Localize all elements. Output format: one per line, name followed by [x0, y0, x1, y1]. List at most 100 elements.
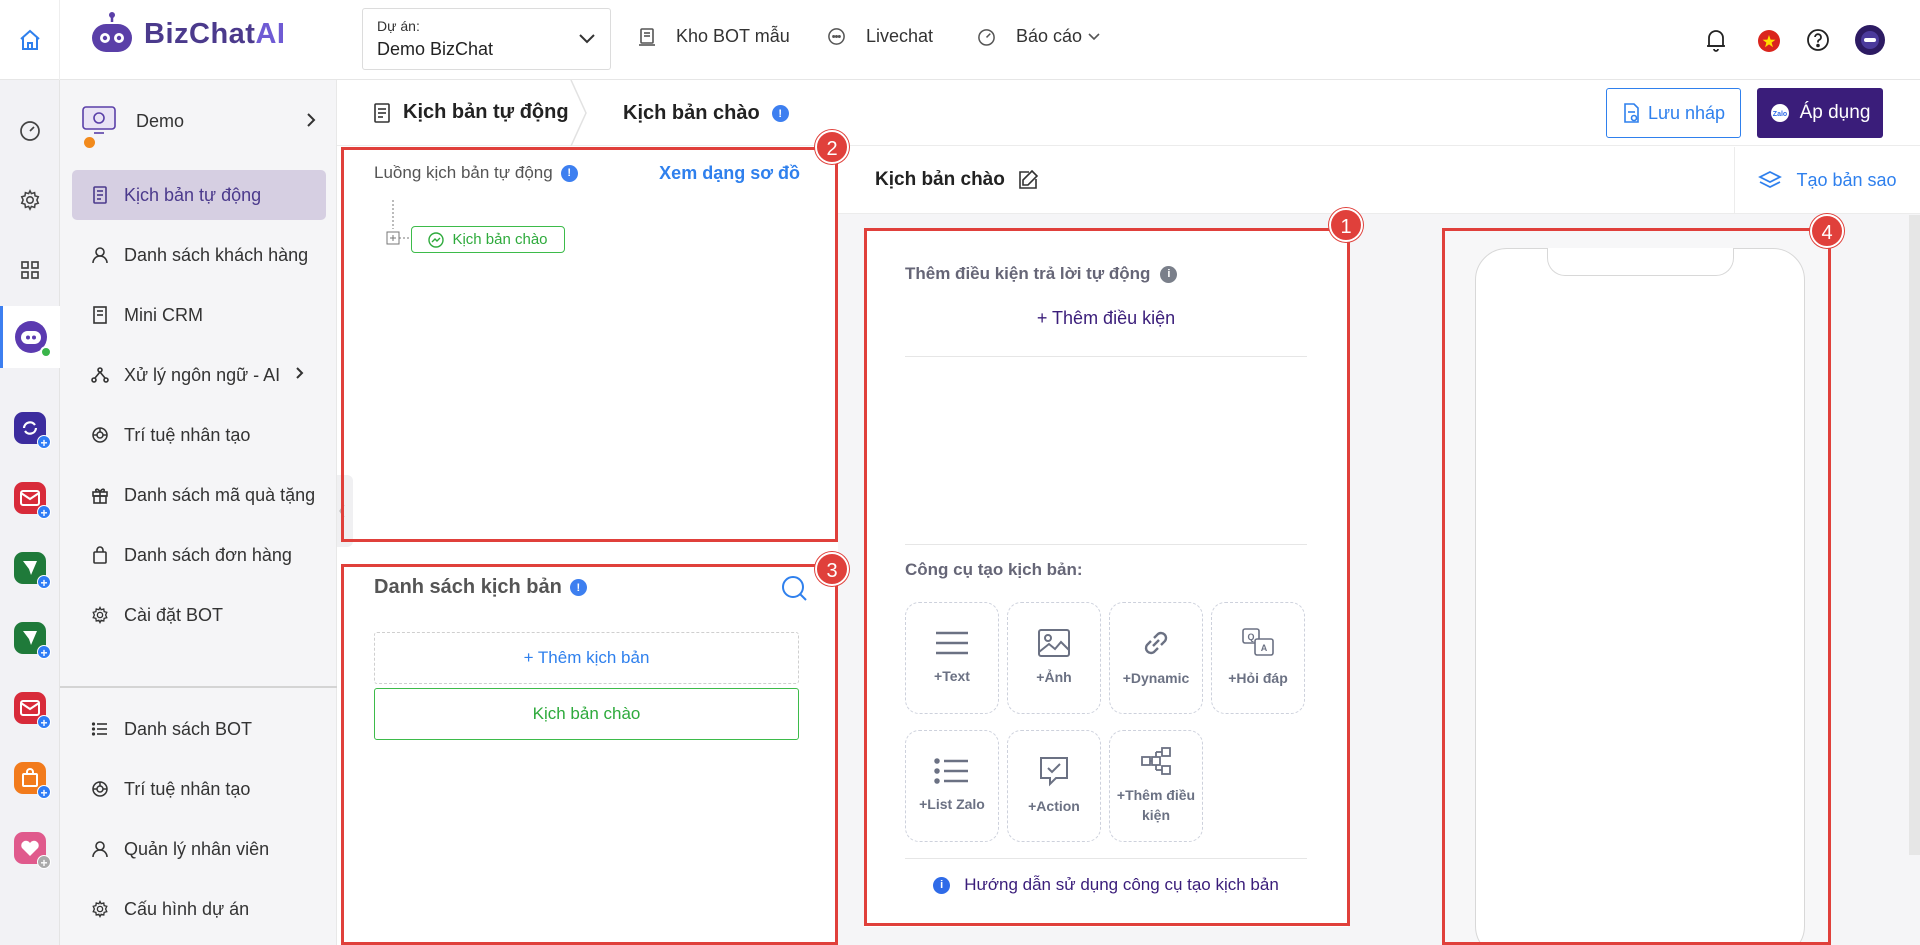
rail-app-send-2[interactable]: + [14, 622, 51, 660]
bizchat-app-icon [15, 321, 52, 358]
save-draft-button[interactable]: Lưu nháp [1606, 88, 1741, 138]
nav-label: Báo cáo [1016, 26, 1083, 46]
bag-icon [90, 545, 110, 565]
menu-item-label: Trí tuệ nhân tạo [124, 778, 251, 799]
add-badge: + [37, 575, 51, 590]
annotation-frame-1 [864, 228, 1350, 926]
app-rail: + + + + + + + [0, 80, 60, 945]
menu-item-nlp-ai[interactable]: Xử lý ngôn ngữ - AI [72, 350, 326, 400]
menu-item-label: Trí tuệ nhân tạo [124, 424, 251, 445]
bot-monitor-icon [82, 106, 116, 134]
document-list-icon [374, 102, 390, 123]
menu-item-bot-settings[interactable]: Cài đặt BOT [72, 590, 326, 640]
menu-item-project-config[interactable]: Cấu hình dự án [72, 884, 326, 934]
rail-apps[interactable] [14, 254, 46, 286]
breadcrumb-separator [570, 80, 587, 146]
grid-icon [21, 261, 39, 279]
rail-app-heart[interactable]: + [14, 832, 51, 870]
menu-item-customers[interactable]: Danh sách khách hàng [72, 230, 326, 280]
menu-item-label: Danh sách khách hàng [124, 244, 309, 265]
document-list-icon [90, 185, 110, 205]
nav-bot-templates[interactable]: Kho BOT mẫu [638, 26, 790, 47]
mail-app-icon [20, 490, 40, 506]
editor-title-text: Kịch bản chào [875, 169, 1005, 190]
project-select[interactable]: Dự án: Demo BizChat [362, 8, 611, 70]
rail-bizchat-active[interactable] [0, 306, 60, 368]
send-app-icon [23, 561, 37, 575]
language-switch[interactable] [1757, 29, 1781, 53]
zalo-icon: Zalo [1770, 104, 1789, 122]
rail-app-mail-2[interactable]: + [14, 692, 51, 730]
home-icon [19, 29, 40, 50]
menu-divider [60, 686, 337, 688]
rail-app-shop[interactable]: + [14, 762, 51, 800]
chevron-down-icon [579, 34, 595, 44]
annotation-badge-3: 3 [815, 552, 849, 586]
menu-item-label: Quản lý nhân viên [124, 838, 270, 859]
sync-app-icon [22, 421, 38, 435]
network-icon [90, 365, 110, 385]
rail-app-sync[interactable]: + [14, 412, 51, 450]
rail-settings[interactable] [14, 184, 46, 216]
online-status-dot [40, 346, 52, 358]
add-badge: + [37, 505, 51, 520]
rail-app-mail[interactable]: + [14, 482, 51, 520]
home-button[interactable] [0, 0, 60, 80]
info-icon[interactable]: ! [771, 105, 789, 122]
send-app-icon [23, 631, 37, 645]
ai-knot-icon [90, 425, 110, 445]
nav-reports[interactable]: Báo cáo [977, 26, 1100, 47]
mail-app-icon [20, 700, 40, 716]
rail-app-send[interactable]: + [14, 552, 51, 590]
menu-item-gift-codes[interactable]: Danh sách mã quà tặng [72, 470, 326, 520]
nav-label: Kho BOT mẫu [676, 26, 790, 46]
menu-item-staff[interactable]: Quản lý nhân viên [72, 824, 326, 874]
edit-pencil-icon[interactable] [1017, 169, 1039, 191]
menu-item-label: Kịch bản tự động [124, 184, 262, 205]
notification-button[interactable] [1705, 28, 1727, 52]
menu-item-ai-2[interactable]: Trí tuệ nhân tạo [72, 764, 326, 814]
breadcrumb-label: Kịch bản chào [623, 102, 760, 124]
apply-button[interactable]: Zalo Áp dụng [1757, 88, 1883, 138]
menu-item-artificial-intelligence[interactable]: Trí tuệ nhân tạo [72, 410, 326, 460]
bell-icon [1707, 30, 1725, 52]
dashboard-icon [978, 29, 995, 46]
side-menu: Demo Kịch bản tự động Danh sách khách hà… [60, 80, 337, 945]
chevron-down-icon [1088, 32, 1100, 40]
menu-item-auto-scripts[interactable]: Kịch bản tự động [72, 170, 326, 220]
nav-livechat[interactable]: Livechat [827, 26, 933, 47]
breadcrumb-label: Kịch bản tự động [403, 101, 569, 123]
menu-item-label: Danh sách mã quà tặng [124, 484, 316, 505]
editor-header: Kịch bản chào Tạo bản sao [838, 147, 1920, 214]
menu-item-label: Xử lý ngôn ngữ - AI [124, 364, 281, 385]
brand-logo[interactable]: BizChatAI [88, 12, 285, 56]
annotation-badge-4: 4 [1810, 214, 1844, 248]
layers-icon [1758, 170, 1783, 188]
nav-label: Livechat [866, 26, 934, 46]
breadcrumb-auto-scripts[interactable]: Kịch bản tự động [373, 101, 569, 124]
top-bar [0, 0, 1920, 80]
rail-dashboard[interactable] [14, 114, 46, 146]
bot-name: Demo [136, 110, 185, 131]
menu-item-label: Danh sách đơn hàng [124, 544, 292, 565]
ai-knot-icon [90, 779, 110, 799]
chat-icon [828, 28, 845, 45]
gear-icon [90, 899, 110, 919]
menu-item-orders[interactable]: Danh sách đơn hàng [72, 530, 326, 580]
editor-title: Kịch bản chào [875, 169, 1039, 191]
status-dot [84, 137, 95, 148]
annotation-frame-3 [341, 564, 838, 945]
avatar[interactable] [1854, 24, 1886, 56]
help-button[interactable] [1806, 28, 1830, 52]
shopping-bag-icon [22, 768, 38, 787]
annotation-badge-2: 2 [815, 130, 849, 164]
bot-selector[interactable]: Demo [82, 98, 322, 148]
menu-item-bot-list[interactable]: Danh sách BOT [72, 704, 326, 754]
chevron-right-icon [307, 113, 316, 127]
menu-item-label: Cài đặt BOT [124, 604, 224, 625]
robot-logo-icon [92, 12, 132, 52]
duplicate-button[interactable]: Tạo bản sao [1734, 147, 1920, 214]
scrollbar[interactable] [1909, 215, 1920, 855]
menu-item-label: Danh sách BOT [124, 718, 253, 739]
menu-item-mini-crm[interactable]: Mini CRM [72, 290, 326, 340]
